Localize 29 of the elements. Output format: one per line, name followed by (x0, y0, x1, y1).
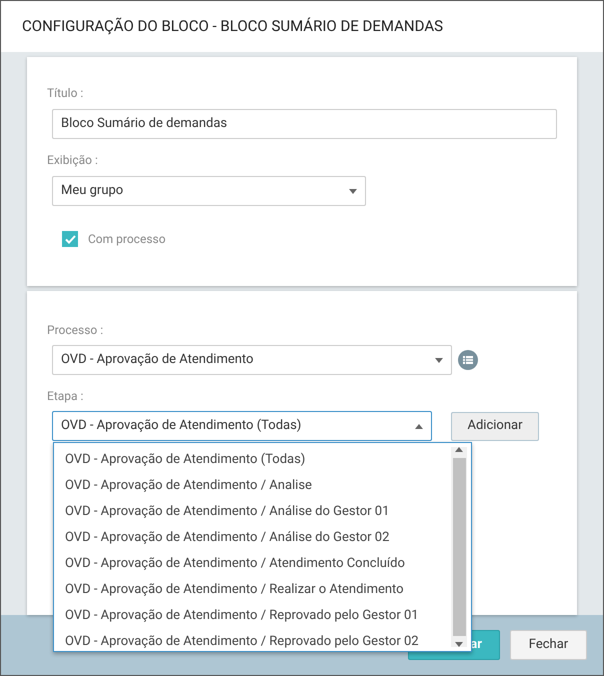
list-icon[interactable] (458, 350, 478, 370)
field-label: Exibição : (47, 152, 99, 169)
caret-icon (435, 358, 443, 362)
display-select[interactable]: Meu grupo (52, 176, 366, 206)
stage-select[interactable]: OVD - Aprovação de Atendimento (Todas) (52, 411, 432, 441)
field-label: Etapa : (47, 388, 84, 405)
dropdown-option[interactable]: OVD - Aprovação de Atendimento / Reprovado pelo Gestor 01 (65, 603, 451, 629)
close-button[interactable]: Fechar (510, 630, 587, 660)
scrollbar[interactable] (451, 447, 467, 647)
dropdown-option[interactable]: OVD - Aprovação de Atendimento / Análise do Gestor 01 (65, 499, 451, 525)
dropdown-option[interactable]: OVD - Aprovação de Atendimento / Análise do Gestor 02 (65, 525, 451, 551)
field-label: Título : (47, 85, 84, 102)
field-label: Processo : (47, 322, 104, 339)
caret-icon (349, 188, 357, 194)
add-button[interactable]: Adicionar (451, 412, 539, 440)
caret-icon (415, 424, 423, 428)
caret-icon (455, 642, 463, 647)
process-select[interactable]: OVD - Aprovação de Atendimento (52, 345, 452, 375)
dropdown-option[interactable]: OVD - Aprovação de Atendimento / Analise (65, 473, 451, 499)
checkbox-label: Com processo (88, 231, 166, 248)
dropdown-option[interactable]: OVD - Aprovação de Atendimento / Reprovado pelo Gestor 02 (65, 629, 451, 651)
dropdown-option[interactable]: OVD - Aprovação de Atendimento / Atendimento Concluído (65, 551, 451, 577)
checkbox[interactable] (62, 231, 78, 247)
caret-icon (455, 447, 463, 452)
check-icon (64, 234, 76, 244)
dropdown-option[interactable]: OVD - Aprovação de Atendimento (Todas) (65, 447, 451, 473)
dialog-title: CONFIGURAÇÃO DO BLOCO - BLOCO SUMÁRIO DE DEMANDAS (22, 16, 444, 38)
dropdown-option[interactable]: OVD - Aprovação de Atendimento / Realizar o Atendimento (65, 577, 451, 603)
title-field[interactable]: Bloco Sumário de demandas (52, 109, 557, 139)
